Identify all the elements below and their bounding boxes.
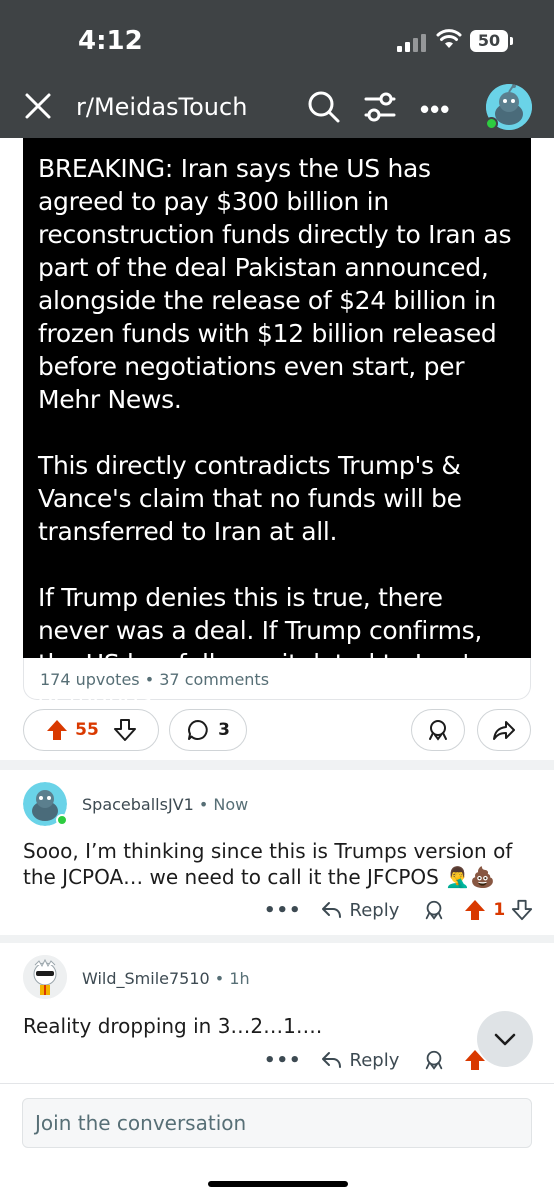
post-image[interactable]: BREAKING: Iran says the US has agreed to… bbox=[23, 138, 531, 711]
post-image-paragraph: If Trump denies this is true, there neve… bbox=[38, 583, 483, 711]
upvote-icon[interactable] bbox=[463, 898, 487, 922]
more-options-icon[interactable]: ••• bbox=[420, 94, 450, 125]
comment-avatar[interactable] bbox=[23, 955, 67, 999]
section-divider bbox=[0, 935, 554, 943]
post-image-paragraph: This directly contradicts Trump's & Vanc… bbox=[38, 451, 462, 546]
close-icon[interactable] bbox=[22, 90, 54, 122]
comment-icon bbox=[188, 720, 208, 740]
award-button[interactable] bbox=[411, 709, 465, 751]
comment-time: • 1h bbox=[209, 969, 250, 988]
home-indicator[interactable] bbox=[208, 1181, 348, 1187]
reply-button[interactable]: Reply bbox=[320, 899, 400, 921]
downvote-icon[interactable] bbox=[511, 899, 533, 921]
reply-label: Reply bbox=[349, 1049, 400, 1071]
post-image-paragraph: BREAKING: Iran says the US has agreed to… bbox=[38, 154, 512, 414]
filter-icon[interactable] bbox=[362, 89, 398, 125]
downvote-icon[interactable] bbox=[113, 718, 137, 742]
comment-author[interactable]: Wild_Smile7510 bbox=[82, 969, 210, 988]
share-button[interactable] bbox=[477, 709, 531, 751]
comment-author-line: Wild_Smile7510 • 1h bbox=[82, 969, 250, 988]
vote-count: 55 bbox=[75, 720, 99, 740]
post-stats: 174 upvotes • 37 comments bbox=[40, 670, 270, 689]
award-icon[interactable] bbox=[423, 1049, 445, 1071]
battery-tip bbox=[510, 37, 513, 45]
battery-icon: 50 bbox=[470, 30, 508, 52]
comment-author-line: SpaceballsJV1 • Now bbox=[82, 795, 248, 814]
share-icon bbox=[493, 721, 515, 740]
comment-author[interactable]: SpaceballsJV1 bbox=[82, 795, 194, 814]
subreddit-title[interactable]: r/MeidasTouch bbox=[76, 93, 247, 121]
join-conversation-input[interactable]: Join the conversation bbox=[22, 1098, 532, 1148]
status-time: 4:12 bbox=[78, 26, 143, 56]
reply-button[interactable]: Reply bbox=[320, 1049, 400, 1071]
reply-label: Reply bbox=[349, 899, 400, 921]
vote-control: 55 bbox=[23, 709, 159, 751]
comment-time: • Now bbox=[193, 795, 249, 814]
scroll-down-button[interactable] bbox=[477, 1011, 533, 1067]
upvote-icon[interactable] bbox=[45, 718, 69, 742]
comment-body: Sooo, I’m thinking since this is Trumps … bbox=[23, 839, 513, 889]
comment-score: 1 bbox=[493, 900, 506, 920]
search-icon[interactable] bbox=[306, 89, 342, 125]
comment-count: 3 bbox=[218, 720, 230, 740]
award-icon bbox=[429, 720, 447, 741]
signal-icon bbox=[397, 32, 427, 52]
comment-actions: ••• Reply 1 bbox=[264, 898, 533, 922]
comment-actions: ••• Reply bbox=[264, 1048, 487, 1072]
online-indicator bbox=[485, 117, 498, 130]
wifi-icon bbox=[436, 29, 462, 48]
reply-icon bbox=[321, 1052, 341, 1068]
more-options-icon[interactable]: ••• bbox=[264, 900, 302, 921]
more-options-icon[interactable]: ••• bbox=[264, 1050, 302, 1071]
top-bar: 4:12 50 r/MeidasTouch ••• bbox=[0, 0, 554, 138]
reply-icon bbox=[321, 902, 341, 918]
award-icon[interactable] bbox=[423, 899, 445, 921]
comments-button[interactable]: 3 bbox=[169, 709, 247, 751]
chevron-down-icon bbox=[494, 1033, 516, 1046]
online-indicator bbox=[56, 814, 68, 826]
comment-body: Reality dropping in 3…2…1…. bbox=[23, 1014, 323, 1038]
section-divider bbox=[0, 760, 554, 770]
